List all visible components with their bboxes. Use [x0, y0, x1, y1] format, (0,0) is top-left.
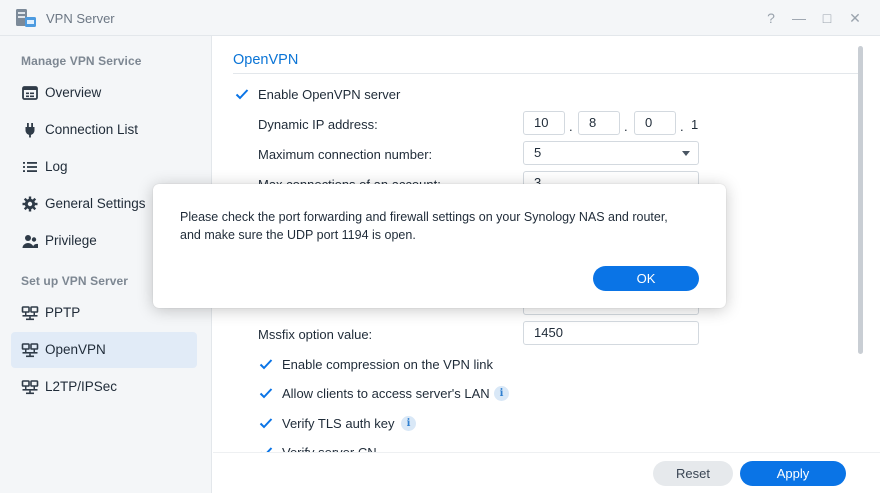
port-forwarding-dialog: Please check the port forwarding and fir… [153, 184, 726, 308]
dialog-message-line-1: Please check the port forwarding and fir… [180, 210, 668, 224]
modal-overlay: Please check the port forwarding and fir… [0, 0, 880, 493]
vpn-server-window: VPN Server ? — □ ✕ Manage VPN Service Ov… [0, 0, 880, 493]
ok-button[interactable]: OK [593, 266, 699, 291]
dialog-message-line-2: and make sure the UDP port 1194 is open. [180, 228, 416, 242]
dialog-message: Please check the port forwarding and fir… [180, 208, 710, 244]
